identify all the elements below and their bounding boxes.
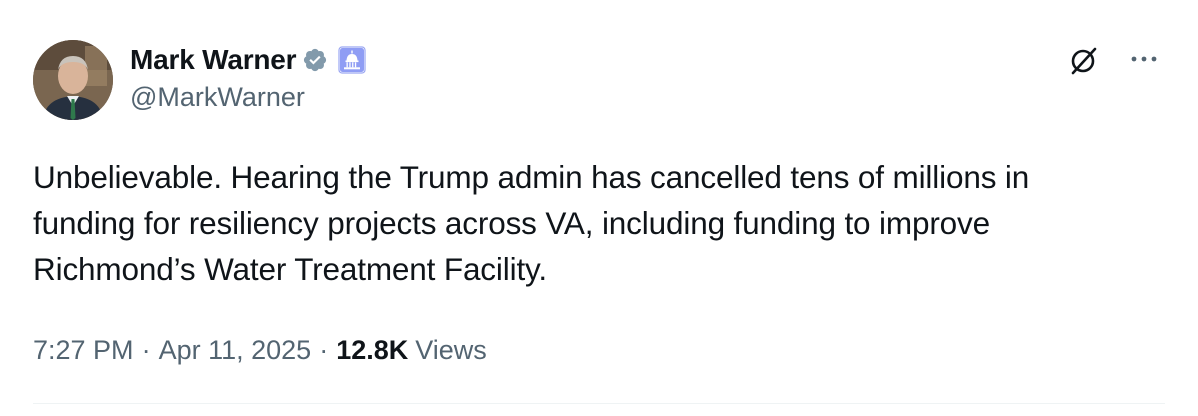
tweet-text-line: funding for resiliency projects across V… — [33, 205, 991, 241]
tweet-text-line: Unbelievable. Hearing the Trump admin ha… — [33, 159, 1030, 195]
tweet-card: Mark Warner @MarkWarner Unbelievable. He… — [0, 0, 1198, 416]
meta-separator: · — [141, 334, 151, 365]
tweet-meta: 7:27 PM · Apr 11, 2025 · 12.8K Views — [33, 332, 487, 368]
verified-badge-icon[interactable] — [302, 47, 328, 73]
author-name-row: Mark Warner — [130, 40, 366, 80]
more-options-icon[interactable] — [1126, 44, 1162, 74]
tweet-text: Unbelievable. Hearing the Trump admin ha… — [33, 154, 1173, 292]
tweet-text-line: Richmond’s Water Treatment Facility. — [33, 251, 547, 287]
author-handle[interactable]: @MarkWarner — [130, 82, 305, 113]
tweet-time[interactable]: 7:27 PM — [33, 335, 134, 366]
grok-icon[interactable] — [1066, 42, 1102, 78]
views-label[interactable]: Views — [415, 335, 487, 366]
avatar[interactable] — [33, 40, 113, 120]
meta-separator: · — [319, 334, 329, 365]
tweet-date[interactable]: Apr 11, 2025 — [159, 335, 312, 366]
author-display-name[interactable]: Mark Warner — [130, 44, 297, 76]
divider — [33, 403, 1165, 404]
capitol-badge-icon[interactable] — [338, 46, 366, 74]
avatar-photo — [33, 40, 113, 120]
views-count[interactable]: 12.8K — [336, 335, 408, 366]
